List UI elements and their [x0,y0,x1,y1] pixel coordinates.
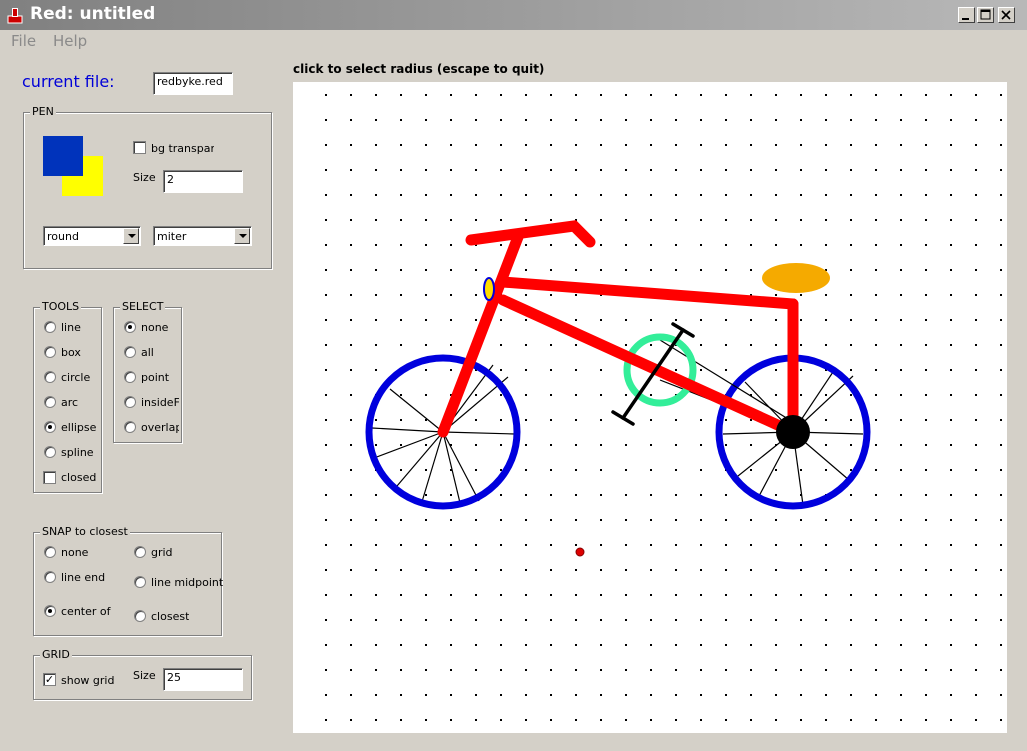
menu-bar: File Help [0,30,1027,52]
tool-box-label: box [61,346,81,359]
grid-size-label: Size [133,669,156,682]
drawing-surface[interactable] [293,82,1007,733]
status-instruction: click to select radius (escape to quit) [293,62,545,76]
maximize-button[interactable] [977,7,994,23]
select-none-label: none [141,321,169,334]
grid-size-field[interactable]: 25 [163,668,243,691]
select-group-title: SELECT [120,300,166,313]
select-overlap-label: overlap [141,421,179,434]
snap-grid-radio[interactable] [134,546,146,558]
tool-spline-radio[interactable] [44,446,56,458]
snap-group-title: SNAP to closest [40,525,130,538]
app-icon [7,8,23,24]
cap-style-value: round [47,230,79,243]
tool-box-radio[interactable] [44,346,56,358]
snap-center-label: center of [61,605,111,618]
drawing-canvas[interactable] [293,82,1007,733]
join-style-value: miter [157,230,187,243]
window-title: Red: untitled [30,4,156,24]
select-overlap-radio[interactable] [124,421,136,433]
snap-closest-radio[interactable] [134,610,146,622]
join-style-select[interactable]: miter [153,226,252,246]
tool-line-radio[interactable] [44,321,56,333]
snap-line-end-radio[interactable] [44,571,56,583]
bg-transparent-checkbox[interactable] [133,141,146,154]
tool-circle-label: circle [61,371,91,384]
tool-arc-radio[interactable] [44,396,56,408]
select-none-radio[interactable] [124,321,136,333]
current-file-label: current file: [22,72,115,91]
snap-none-label: none [61,546,89,559]
front-hub [776,415,810,449]
close-icon [1001,10,1011,20]
pen-size-label: Size [133,171,156,184]
maximize-icon [980,9,991,20]
select-all-label: all [141,346,154,359]
close-button[interactable] [998,7,1015,23]
snap-line-end-label: line end [61,571,106,584]
headlight [483,277,495,301]
tool-ellipse-label: ellipse [61,421,97,434]
minimize-button[interactable] [958,7,975,23]
show-grid-label: show grid [61,674,115,687]
select-all-radio[interactable] [124,346,136,358]
tool-ellipse-radio[interactable] [44,421,56,433]
bike-frame [437,220,799,438]
chevron-down-icon[interactable] [123,228,139,244]
closed-checkbox[interactable] [43,471,56,484]
snap-none-radio[interactable] [44,546,56,558]
current-file-field[interactable]: redbyke.red [153,72,233,95]
snap-closest-label: closest [151,610,190,623]
select-point-label: point [141,371,170,384]
bike-seat [762,263,830,293]
bg-transparent-label: bg transparer [151,142,214,155]
show-grid-checkbox[interactable]: ✓ [43,673,56,686]
snap-line-midpoint-radio[interactable] [134,576,146,588]
minimize-icon [962,18,969,20]
pen-size-field[interactable]: 2 [163,170,243,193]
tool-spline-label: spline [61,446,94,459]
select-inside-label: insideF [141,396,179,409]
selected-point-marker [575,547,585,557]
chevron-down-icon[interactable] [234,228,250,244]
foreground-color-swatch[interactable] [43,136,83,176]
tool-line-label: line [61,321,81,334]
grid-group-title: GRID [40,648,72,661]
tools-group-title: TOOLS [40,300,82,313]
cap-style-select[interactable]: round [43,226,141,246]
tool-circle-radio[interactable] [44,371,56,383]
title-bar: Red: untitled [0,0,1027,30]
pen-group-title: PEN [30,105,56,118]
menu-file[interactable]: File [11,32,36,50]
closed-label: closed [61,471,97,484]
tool-arc-label: arc [61,396,79,409]
snap-center-radio[interactable] [44,605,56,617]
snap-line-midpoint-label: line midpoint [151,576,224,589]
menu-help[interactable]: Help [53,32,87,50]
grid-dots [325,94,1002,721]
select-point-radio[interactable] [124,371,136,383]
select-inside-radio[interactable] [124,396,136,408]
snap-grid-label: grid [151,546,173,559]
